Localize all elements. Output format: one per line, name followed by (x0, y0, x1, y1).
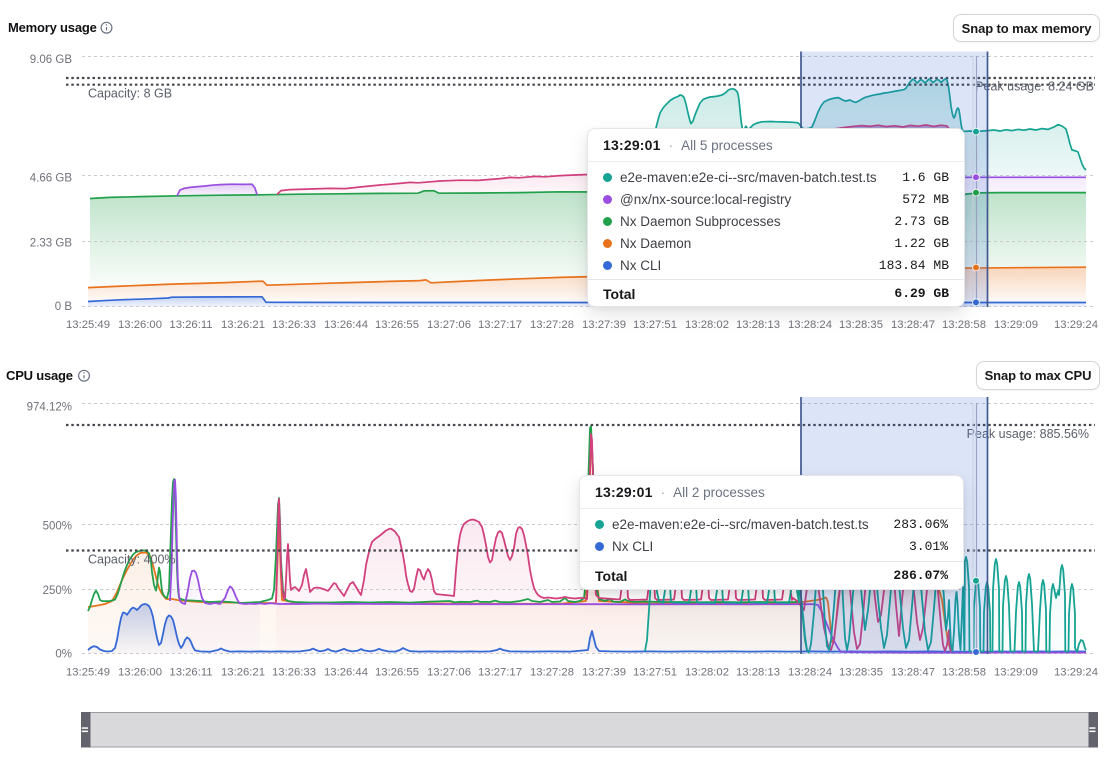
svg-text:13:28:02: 13:28:02 (685, 667, 729, 679)
svg-text:13:29:24: 13:29:24 (1054, 319, 1098, 331)
svg-text:13:25:49: 13:25:49 (66, 319, 110, 331)
svg-text:13:26:21: 13:26:21 (221, 319, 265, 331)
svg-text:13:29:09: 13:29:09 (994, 319, 1038, 331)
svg-text:13:27:28: 13:27:28 (530, 319, 574, 331)
svg-text:13:26:55: 13:26:55 (375, 667, 419, 679)
svg-text:13:27:39: 13:27:39 (582, 667, 626, 679)
svg-text:0 B: 0 B (55, 301, 73, 313)
svg-text:13:26:11: 13:26:11 (169, 667, 212, 679)
svg-text:13:25:49: 13:25:49 (66, 667, 110, 679)
svg-text:13:27:06: 13:27:06 (427, 319, 471, 331)
svg-text:13:28:58: 13:28:58 (942, 667, 986, 679)
svg-text:13:26:55: 13:26:55 (375, 319, 419, 331)
svg-text:13:29:09: 13:29:09 (994, 667, 1038, 679)
svg-text:2.33 GB: 2.33 GB (30, 238, 73, 250)
svg-text:13:27:51: 13:27:51 (633, 319, 677, 331)
svg-text:13:27:28: 13:27:28 (530, 667, 574, 679)
svg-text:13:28:02: 13:28:02 (685, 319, 729, 331)
svg-text:13:26:00: 13:26:00 (118, 667, 162, 679)
svg-text:13:26:44: 13:26:44 (324, 319, 368, 331)
svg-text:500%: 500% (43, 521, 72, 533)
svg-text:13:28:13: 13:28:13 (736, 667, 780, 679)
svg-text:0%: 0% (55, 649, 72, 661)
svg-text:Peak usage: 8.24 GB: Peak usage: 8.24 GB (975, 80, 1094, 94)
svg-text:974.12%: 974.12% (27, 402, 72, 414)
svg-text:13:26:00: 13:26:00 (118, 319, 162, 331)
svg-text:13:28:35: 13:28:35 (839, 319, 883, 331)
svg-text:13:26:33: 13:26:33 (272, 319, 316, 331)
svg-text:13:26:21: 13:26:21 (221, 667, 265, 679)
svg-text:9.06 GB: 9.06 GB (30, 54, 73, 66)
svg-text:13:27:51: 13:27:51 (633, 667, 677, 679)
svg-text:13:27:39: 13:27:39 (582, 319, 626, 331)
svg-text:13:26:44: 13:26:44 (324, 667, 368, 679)
svg-text:13:27:06: 13:27:06 (427, 667, 471, 679)
svg-text:13:26:33: 13:26:33 (272, 667, 316, 679)
svg-text:Capacity: 400%: Capacity: 400% (88, 553, 176, 567)
svg-text:250%: 250% (43, 585, 72, 597)
svg-text:13:28:47: 13:28:47 (891, 319, 935, 331)
svg-text:4.66 GB: 4.66 GB (30, 173, 73, 185)
svg-text:13:27:17: 13:27:17 (478, 319, 522, 331)
svg-text:13:26:11: 13:26:11 (169, 319, 212, 331)
svg-text:13:28:13: 13:28:13 (736, 319, 780, 331)
svg-text:13:28:58: 13:28:58 (942, 319, 986, 331)
svg-text:13:27:17: 13:27:17 (478, 667, 522, 679)
svg-text:13:28:24: 13:28:24 (788, 319, 832, 331)
svg-text:Capacity: 8 GB: Capacity: 8 GB (88, 87, 172, 101)
svg-text:13:28:35: 13:28:35 (839, 667, 883, 679)
svg-text:13:28:47: 13:28:47 (891, 667, 935, 679)
svg-text:13:29:24: 13:29:24 (1054, 667, 1098, 679)
svg-text:13:28:24: 13:28:24 (788, 667, 832, 679)
